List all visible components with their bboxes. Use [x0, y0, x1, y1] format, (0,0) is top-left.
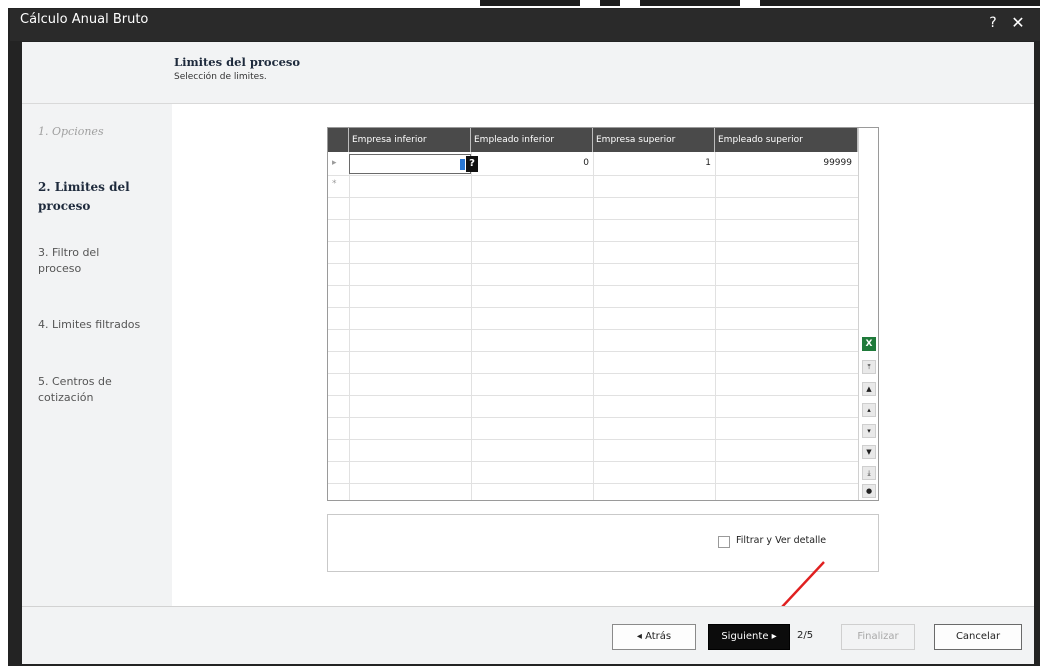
page-subtitle: Selección de limites. [174, 72, 267, 82]
first-record-icon[interactable]: ⤒ [862, 360, 876, 374]
step-centros-de-cotizacion[interactable]: 5. Centros de cotización [38, 374, 148, 406]
grid-column-line [715, 152, 716, 500]
grid-row-line [328, 395, 858, 396]
empleado-inferior-cell[interactable]: 0 [471, 158, 589, 168]
empresa-superior-cell[interactable]: 1 [593, 158, 711, 168]
close-button[interactable]: ✕ [1008, 12, 1028, 34]
grid-row-line [328, 197, 858, 198]
top-strip [0, 0, 1040, 8]
grid-row-line [328, 219, 858, 220]
step-limites-filtrados[interactable]: 4. Limites filtrados [38, 317, 168, 333]
step-counter: 2/5 [797, 630, 814, 641]
grid-row-line [328, 285, 858, 286]
page-down-icon[interactable]: ▼ [862, 445, 876, 459]
current-row-indicator: ▸ [332, 158, 337, 168]
grid-row-line [328, 329, 858, 330]
grid-column-line [593, 152, 594, 500]
step-limites-del-proceso[interactable]: 2. Limites del proceso [38, 178, 148, 216]
page-up-icon[interactable]: ▲ [862, 382, 876, 396]
grid-row-line [328, 307, 858, 308]
excel-export-icon[interactable]: X [862, 337, 876, 351]
column-header-empresa-inferior[interactable]: Empresa inferior [349, 128, 471, 152]
previous-record-icon[interactable]: ▴ [862, 403, 876, 417]
empresa-inferior-input[interactable]: 0 ? [349, 154, 478, 174]
grid-row-line [328, 483, 858, 484]
background-window-fragment [480, 0, 580, 6]
column-header-empresa-superior[interactable]: Empresa superior [593, 128, 715, 152]
title-bar [10, 9, 1040, 41]
grid-row-line [328, 439, 858, 440]
grid-column-line [471, 152, 472, 500]
finish-button[interactable]: Finalizar [841, 624, 915, 650]
background-window-fragment [640, 0, 740, 6]
filter-checkbox[interactable] [718, 536, 730, 548]
back-button[interactable]: ◂ Atrás [612, 624, 696, 650]
limits-grid[interactable]: Empresa inferior Empleado inferior Empre… [327, 127, 879, 501]
help-button[interactable]: ? [984, 12, 1002, 34]
grid-row-line [328, 241, 858, 242]
step-filtro-del-proceso[interactable]: 3. Filtro del proceso [38, 245, 138, 277]
filter-checkbox-label[interactable]: Filtrar y Ver detalle [736, 535, 826, 546]
grid-header: Empresa inferior Empleado inferior Empre… [328, 128, 858, 152]
grid-row-line [328, 461, 858, 462]
step-opciones[interactable]: 1. Opciones [38, 124, 148, 140]
text-selection [460, 159, 465, 170]
column-header-empleado-superior[interactable]: Empleado superior [715, 128, 858, 152]
column-header-empleado-inferior[interactable]: Empleado inferior [471, 128, 593, 152]
record-options-icon[interactable]: ● [862, 484, 876, 498]
next-button[interactable]: Siguiente ▸ [708, 624, 790, 650]
grid-row-line [328, 263, 858, 264]
grid-row-line [328, 351, 858, 352]
background-window-fragment [760, 0, 1040, 6]
grid-side-toolbar: X ⤒ ▲ ▴ ▾ ▼ ⤓ ● [858, 128, 878, 500]
row-indicator-header [328, 128, 349, 152]
grid-row-line [328, 175, 858, 176]
window-title: Cálculo Anual Bruto [20, 12, 149, 27]
cancel-button[interactable]: Cancelar [934, 624, 1022, 650]
next-record-icon[interactable]: ▾ [862, 424, 876, 438]
background-window-fragment [600, 0, 620, 6]
page-title: Limites del proceso [174, 55, 301, 69]
new-row-indicator: * [332, 179, 337, 189]
grid-row-line [328, 417, 858, 418]
empleado-superior-cell[interactable]: 99999 [715, 158, 852, 168]
grid-row-line [328, 373, 858, 374]
grid-column-line [349, 152, 350, 500]
empresa-inferior-value: 0 [444, 159, 450, 169]
last-record-icon[interactable]: ⤓ [862, 466, 876, 480]
